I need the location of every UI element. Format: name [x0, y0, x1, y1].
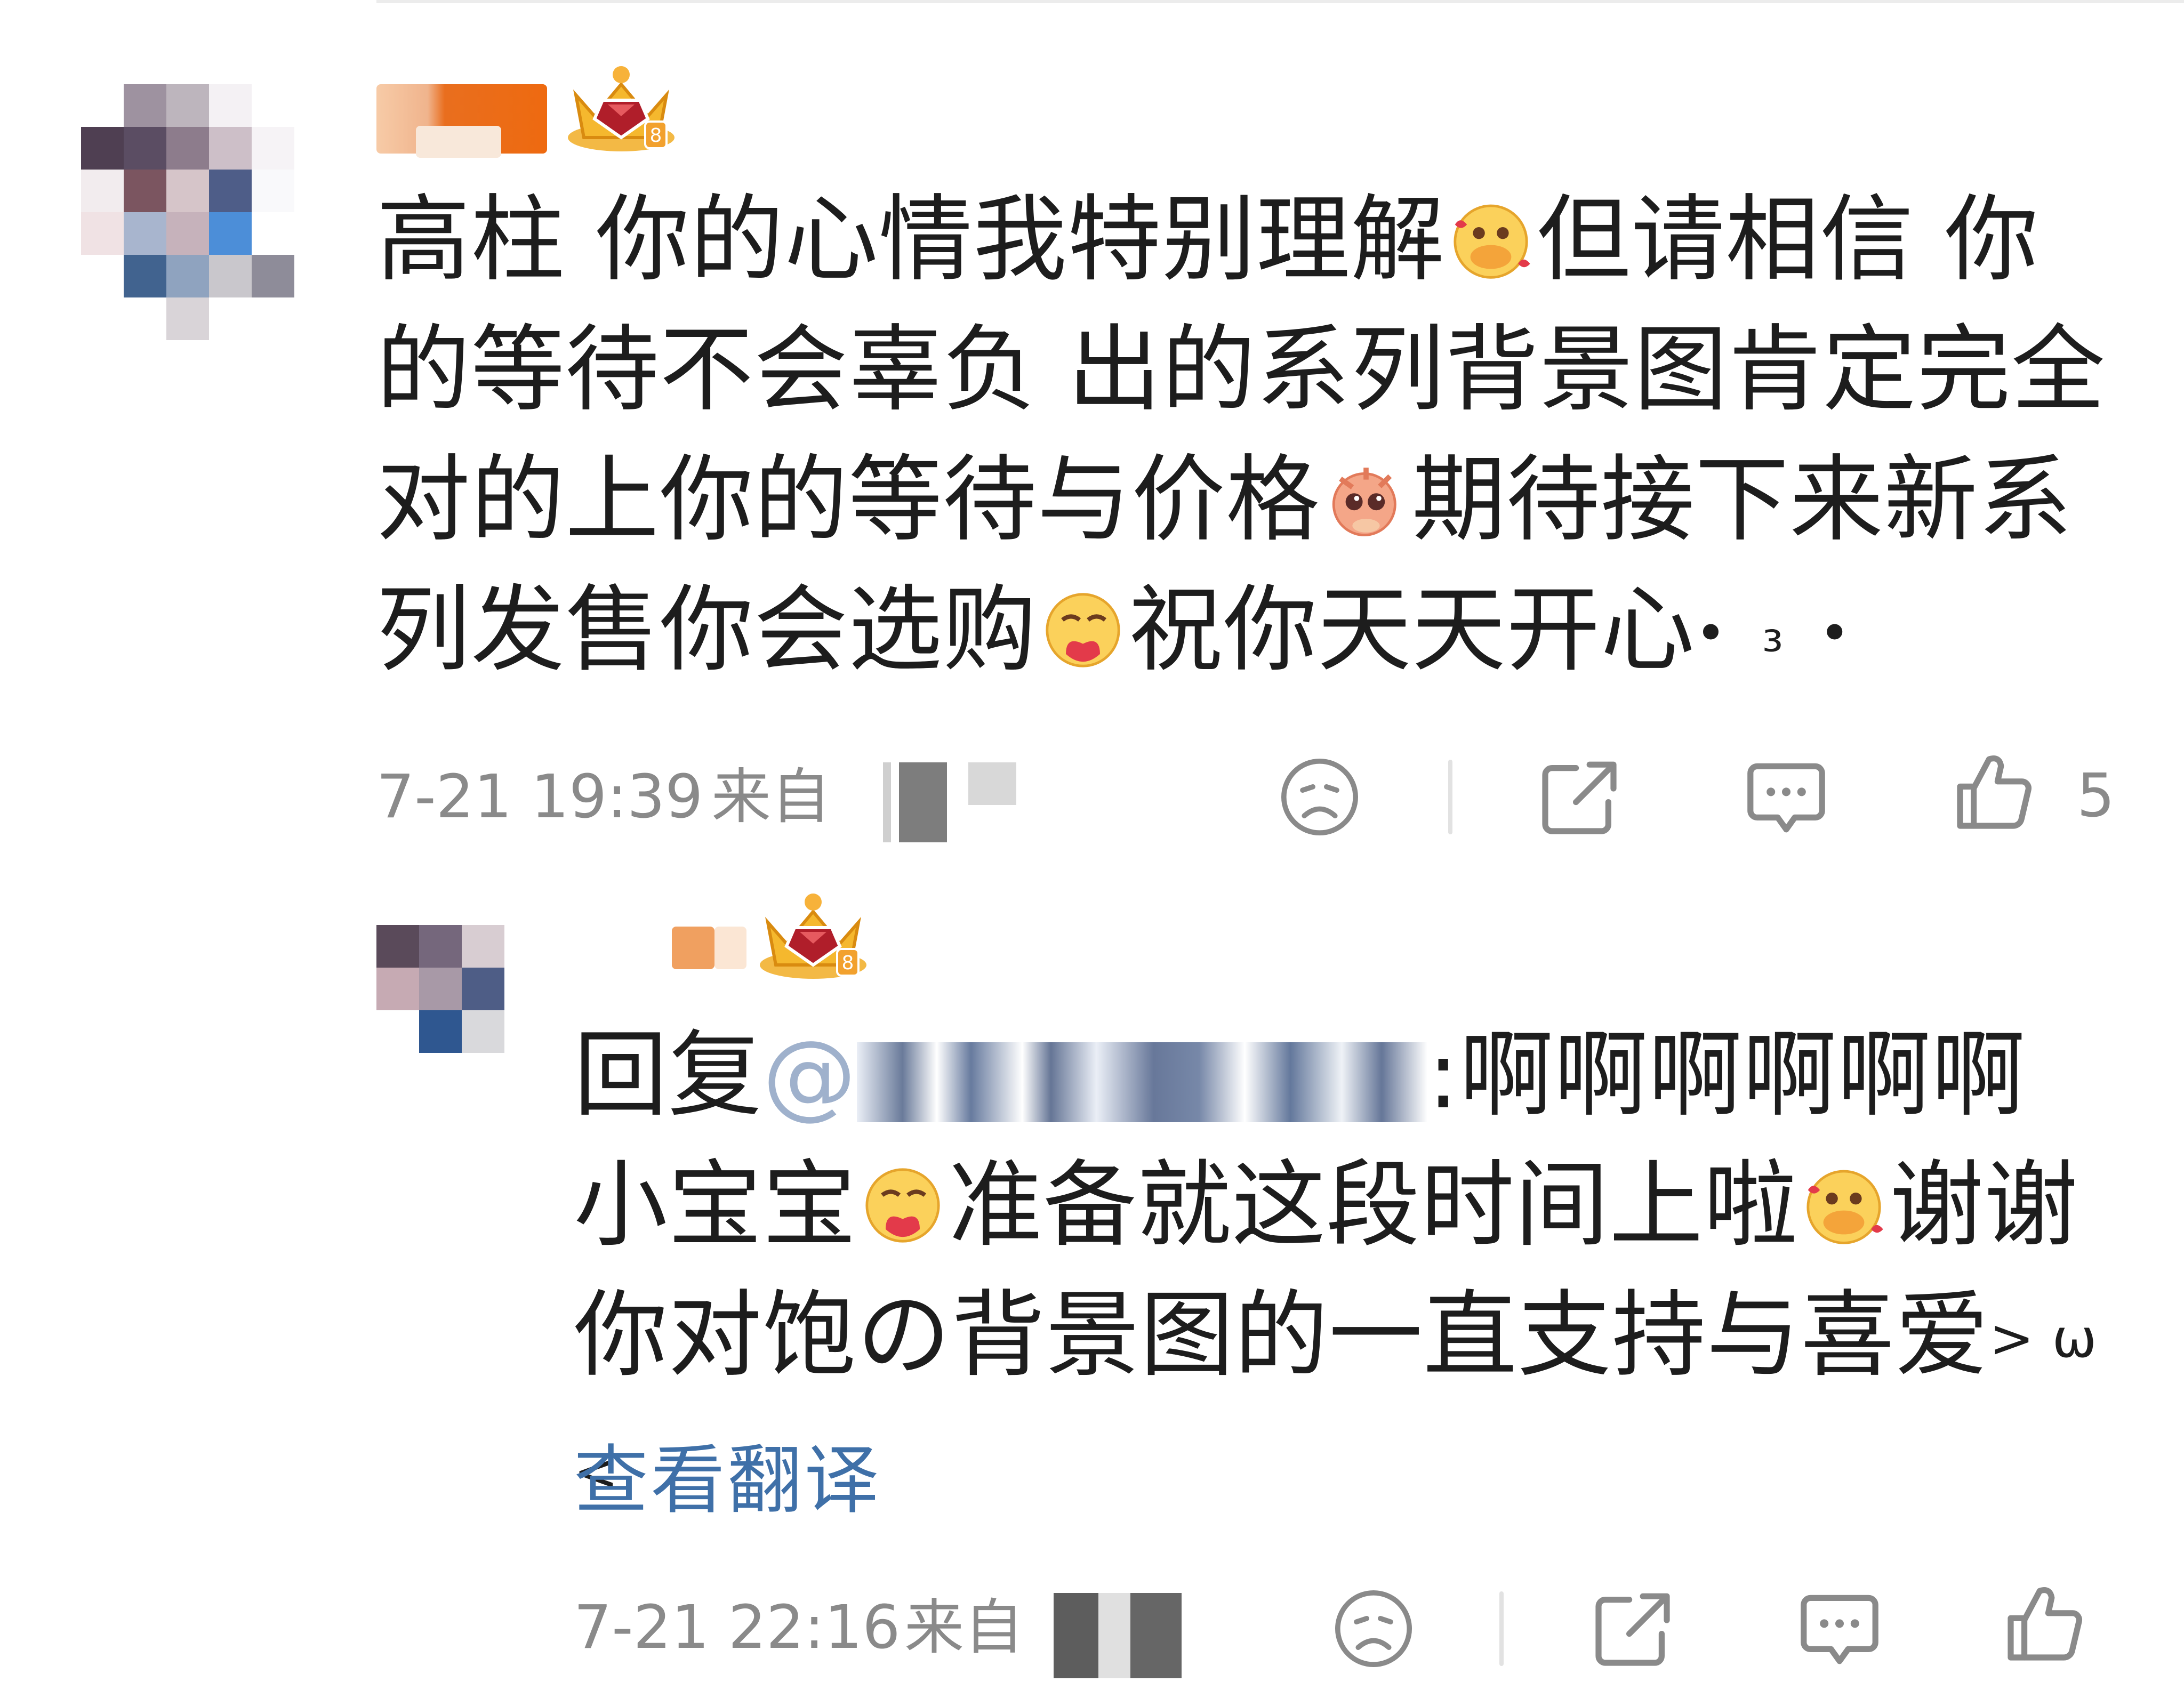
shy-emoji-icon: [1332, 468, 1396, 536]
action-divider: [1448, 760, 1452, 834]
share-icon[interactable]: [1590, 1586, 1675, 1671]
source-blur: [968, 762, 1016, 805]
reply-avatar[interactable]: [376, 925, 504, 1053]
thumbs-up-icon[interactable]: [2002, 1581, 2087, 1666]
share-icon[interactable]: [1537, 754, 1622, 840]
source-blur: [867, 762, 947, 842]
love-hug-emoji-icon: [865, 1168, 940, 1243]
mention-blur[interactable]: [857, 1042, 1428, 1122]
action-divider: [1499, 1591, 1504, 1666]
reply-text-part: 准备就这段时间上啦: [949, 1150, 1798, 1260]
love-hug-emoji-icon: [1046, 593, 1120, 667]
reply-username-blur: [714, 927, 746, 969]
comment-text: 高柱 你的心情我特别理解 但请相信 你的等待不会辜负 出的系列背景图肯定完全对的上…: [376, 175, 2125, 698]
comment-text-part: 祝你天天开心: [1129, 575, 1696, 685]
reply-prefix: 回复: [574, 1020, 763, 1130]
source-blur: [1054, 1593, 1182, 1678]
timestamp: 7-21 19:39: [376, 762, 703, 832]
svg-text:8: 8: [842, 952, 854, 974]
hug-emoji-icon: [1806, 1170, 1883, 1244]
crown-badge-icon: 8: [760, 894, 866, 979]
username-blur-lower: [416, 126, 501, 158]
kaomoji: • ₃ •: [1695, 602, 1851, 664]
comment-bubble-icon[interactable]: [1797, 1586, 1882, 1671]
svg-text:8: 8: [650, 125, 662, 147]
comment-text-part: 高柱 你的心情我特别理解: [376, 185, 1445, 294]
source-label: 来自: [711, 762, 831, 832]
like-count: 5: [2077, 761, 2115, 831]
translate-link[interactable]: 查看翻译: [574, 1438, 881, 1524]
sad-face-icon[interactable]: [1331, 1586, 1416, 1671]
timestamp: 7-21 22:16: [574, 1593, 901, 1662]
mention-at[interactable]: @: [762, 1020, 857, 1130]
crown-badge-icon: 8: [568, 66, 675, 151]
avatar[interactable]: [81, 84, 294, 340]
reply-username[interactable]: [672, 927, 714, 969]
thumbs-up-icon[interactable]: [1952, 749, 2037, 834]
sad-face-icon[interactable]: [1277, 754, 1362, 840]
hug-emoji-icon: [1454, 204, 1530, 279]
comment-bubble-icon[interactable]: [1744, 754, 1829, 840]
top-divider: [376, 0, 2184, 3]
comment-meta-row: 7-21 19:39 来自: [376, 757, 2136, 842]
source-label: 来自: [904, 1593, 1024, 1662]
